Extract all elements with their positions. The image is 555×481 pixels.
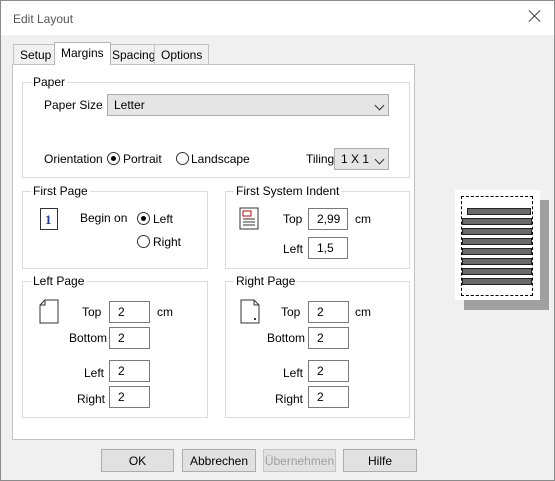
indent-icon bbox=[239, 207, 259, 230]
left-page-top-field[interactable]: 2 bbox=[109, 301, 150, 323]
right-page-unit-label: cm bbox=[355, 305, 371, 319]
first-page-group-label: First Page bbox=[31, 184, 90, 198]
indent-left-field[interactable]: 1,5 bbox=[308, 237, 348, 259]
left-page-bottom-label: Bottom bbox=[69, 331, 108, 345]
right-page-group: Right Page Top 2 cm Bottom 2 Left 2 Righ… bbox=[225, 274, 410, 418]
paper-size-select[interactable]: Letter bbox=[107, 94, 389, 116]
preview-system-bar bbox=[462, 218, 532, 225]
right-page-left-label: Left bbox=[283, 366, 304, 380]
tiling-value: 1 X 1 bbox=[341, 152, 370, 166]
left-page-right-label: Right bbox=[77, 392, 106, 406]
apply-button[interactable]: Übernehmen bbox=[263, 449, 336, 472]
begin-right-radio[interactable] bbox=[137, 235, 150, 248]
title-bar: Edit Layout bbox=[1, 1, 554, 35]
tiling-label: Tiling bbox=[306, 152, 335, 166]
portrait-label[interactable]: Portrait bbox=[123, 152, 162, 166]
left-page-bottom-field[interactable]: 2 bbox=[109, 327, 150, 349]
right-page-bottom-label: Bottom bbox=[267, 331, 306, 345]
preview-system-bar bbox=[462, 228, 532, 235]
first-page-group: First Page 1 Begin on Left Right bbox=[22, 184, 208, 269]
right-page-top-label: Top bbox=[281, 305, 301, 319]
preview-system-bar bbox=[462, 278, 532, 285]
indent-left-label: Left bbox=[283, 242, 304, 256]
paper-group-label: Paper bbox=[31, 75, 68, 89]
cancel-button[interactable]: Abbrechen bbox=[182, 449, 256, 472]
chevron-down-icon bbox=[374, 100, 385, 111]
right-page-left-field[interactable]: 2 bbox=[308, 360, 349, 382]
ok-button[interactable]: OK bbox=[101, 449, 174, 472]
right-page-top-field[interactable]: 2 bbox=[308, 301, 349, 323]
left-page-top-label: Top bbox=[82, 305, 102, 319]
window-title: Edit Layout bbox=[13, 12, 74, 26]
right-page-right-label: Right bbox=[275, 392, 304, 406]
chevron-down-icon bbox=[374, 154, 385, 165]
first-system-indent-label: First System Indent bbox=[234, 184, 342, 198]
indent-top-label: Top bbox=[283, 212, 303, 226]
right-page-group-label: Right Page bbox=[234, 274, 298, 288]
left-page-group: Left Page Top 2 cm Bottom 2 Left 2 Right… bbox=[22, 274, 208, 418]
left-page-icon bbox=[39, 299, 59, 324]
paper-size-value: Letter bbox=[114, 98, 145, 112]
begin-left-radio[interactable] bbox=[137, 212, 150, 225]
tab-margins[interactable]: Margins bbox=[54, 42, 111, 65]
page-number-icon: 1 bbox=[40, 208, 58, 230]
preview-system-bar bbox=[462, 238, 532, 245]
left-page-left-field[interactable]: 2 bbox=[109, 360, 150, 382]
close-icon[interactable] bbox=[524, 6, 546, 28]
indent-top-field[interactable]: 2,99 bbox=[308, 208, 348, 230]
margins-panel: Paper Paper Size Letter Orientation Port… bbox=[12, 64, 415, 440]
landscape-radio[interactable] bbox=[176, 152, 189, 165]
tiling-select[interactable]: 1 X 1 bbox=[334, 148, 389, 170]
begin-left-label[interactable]: Left bbox=[153, 212, 173, 226]
preview-system-bar bbox=[462, 268, 532, 275]
paper-group: Paper Paper Size Letter Orientation Port… bbox=[22, 75, 410, 178]
preview-first-system-bar bbox=[467, 208, 531, 215]
preview-system-bar bbox=[462, 248, 532, 255]
left-page-unit-label: cm bbox=[157, 305, 173, 319]
first-system-indent-group: First System Indent Top 2,99 cm Left 1,5 bbox=[225, 184, 410, 269]
indent-unit-label: cm bbox=[355, 212, 371, 226]
tab-options[interactable]: Options bbox=[154, 44, 210, 64]
begin-right-label[interactable]: Right bbox=[153, 235, 181, 249]
begin-on-label: Begin on bbox=[80, 211, 128, 225]
right-page-icon bbox=[240, 299, 260, 324]
left-page-left-label: Left bbox=[84, 366, 105, 380]
landscape-label[interactable]: Landscape bbox=[191, 152, 250, 166]
left-page-group-label: Left Page bbox=[31, 274, 87, 288]
edit-layout-dialog: Edit Layout Setup Margins Spacing Option… bbox=[0, 0, 555, 481]
portrait-radio[interactable] bbox=[107, 152, 120, 165]
help-button[interactable]: Hilfe bbox=[343, 449, 417, 472]
paper-size-label: Paper Size bbox=[44, 98, 103, 112]
right-page-bottom-field[interactable]: 2 bbox=[308, 327, 349, 349]
orientation-label: Orientation bbox=[44, 152, 103, 166]
left-page-right-field[interactable]: 2 bbox=[109, 386, 150, 408]
tab-setup[interactable]: Setup bbox=[13, 44, 59, 64]
preview-system-bar bbox=[462, 258, 532, 265]
right-page-right-field[interactable]: 2 bbox=[308, 386, 349, 408]
